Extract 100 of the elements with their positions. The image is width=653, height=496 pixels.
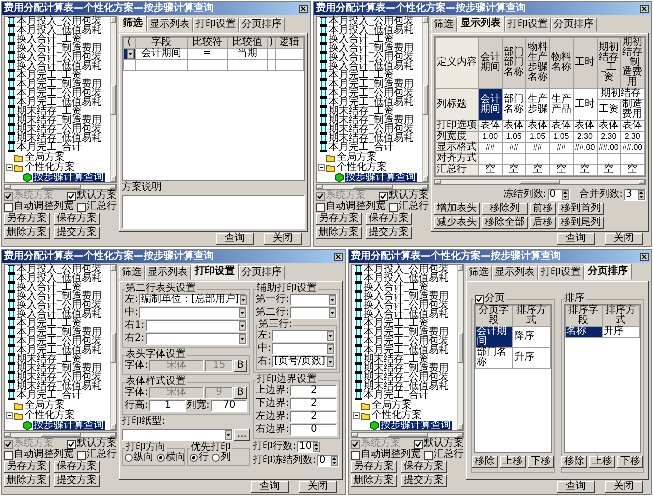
caret-icon[interactable]: [329, 308, 336, 318]
radio-button[interactable]: 行: [190, 453, 209, 463]
description-field[interactable]: [122, 195, 305, 229]
list-button[interactable]: 移除: [472, 456, 498, 468]
list-button[interactable]: 移除: [561, 456, 588, 468]
close-button[interactable]: [640, 252, 649, 260]
checkbox[interactable]: 分页: [475, 294, 505, 304]
bold-button[interactable]: B: [234, 360, 247, 372]
tree-item[interactable]: 个性化方案: [371, 411, 423, 420]
checkbox[interactable]: 自动调整列宽: [4, 202, 74, 212]
caret-icon[interactable]: [327, 357, 334, 367]
tree-toggle-icon[interactable]: [353, 412, 360, 419]
scheme-button[interactable]: 提交方案: [366, 227, 412, 239]
scheme-button[interactable]: 另存方案: [351, 461, 397, 473]
column-button[interactable]: 减少表头: [434, 217, 480, 229]
tree-toggle-icon[interactable]: [6, 164, 13, 171]
caret-icon[interactable]: [329, 295, 336, 305]
caret-icon[interactable]: [225, 430, 232, 440]
tree-item[interactable]: 个性化方案: [24, 163, 76, 172]
close-button[interactable]: 关闭: [605, 233, 643, 245]
tab[interactable]: 分页排序: [239, 266, 285, 280]
dropdown-field[interactable]: 编制单位：[总部用户]: [139, 294, 247, 306]
scrollbar[interactable]: [351, 432, 464, 438]
tab[interactable]: 分页排序: [551, 18, 597, 32]
query-button[interactable]: 查询: [251, 481, 289, 493]
tab[interactable]: 打印设置: [193, 18, 239, 32]
close-button[interactable]: [299, 4, 308, 12]
table-cell[interactable]: 会计期间: [476, 326, 513, 348]
tree-item[interactable]: 本月投入_公用包装: [328, 17, 415, 26]
text-field[interactable]: 0: [290, 424, 337, 436]
text-field[interactable]: 2: [290, 411, 337, 423]
tree-item[interactable]: 换入合计_工资: [16, 35, 83, 44]
tree-item[interactable]: 本月投入_低值易耗: [16, 274, 103, 283]
text-field[interactable]: 2: [290, 398, 337, 410]
checkbox[interactable]: 汇总行: [77, 202, 117, 212]
tree-item[interactable]: 本月投入_低值易耗: [363, 274, 450, 283]
scheme-button[interactable]: 保存方案: [366, 213, 412, 225]
table-cell[interactable]: 部门名称: [476, 348, 513, 368]
tab[interactable]: 打印设置: [505, 18, 551, 32]
column-button[interactable]: 增加表头: [434, 203, 480, 215]
scheme-button[interactable]: 另存方案: [316, 213, 362, 225]
scheme-button[interactable]: 提交方案: [54, 227, 100, 239]
query-button[interactable]: 查询: [557, 233, 595, 245]
scheme-button[interactable]: 另存方案: [4, 461, 50, 473]
tab[interactable]: 筛选: [431, 18, 457, 32]
scrollbar[interactable]: [110, 265, 116, 430]
dropdown-field[interactable]: [139, 307, 247, 319]
list-button[interactable]: 上移: [500, 456, 526, 468]
scrollbar[interactable]: [434, 179, 646, 185]
number-field[interactable]: 3: [624, 189, 646, 201]
tree-item[interactable]: 全局方案: [371, 401, 413, 410]
table-cell[interactable]: 生产步骤: [526, 88, 550, 120]
column-button[interactable]: 移到尾列: [558, 217, 604, 229]
tab[interactable]: 显示列表: [457, 16, 505, 32]
radio-icon[interactable]: [125, 454, 133, 462]
table-cell[interactable]: 生产产品: [550, 88, 574, 120]
tab[interactable]: 打印设置: [191, 264, 239, 280]
radio-icon[interactable]: [212, 454, 220, 462]
number-field[interactable]: 0: [548, 189, 570, 201]
tree-item[interactable]: 个性化方案: [336, 163, 388, 172]
caret-icon[interactable]: [327, 344, 334, 354]
close-button[interactable]: [334, 252, 343, 260]
column-button[interactable]: 前移: [530, 203, 556, 215]
scheme-button[interactable]: 保存方案: [54, 461, 100, 473]
dropdown-field[interactable]: [122, 429, 234, 441]
checkbox[interactable]: 汇总行: [424, 450, 464, 460]
number-field[interactable]: 0: [317, 455, 340, 467]
checkbox[interactable]: 默认方案: [67, 191, 117, 201]
radio-button[interactable]: 横向: [157, 453, 186, 463]
scheme-button[interactable]: 提交方案: [401, 475, 447, 487]
list-button[interactable]: 下移: [617, 456, 644, 468]
scheme-button[interactable]: 删除方案: [316, 227, 362, 239]
close-button[interactable]: [640, 4, 649, 12]
radio-button[interactable]: 纵向: [125, 453, 154, 463]
tree-item[interactable]: 本月投入_低值易耗: [16, 26, 103, 35]
scheme-button[interactable]: 删除方案: [4, 227, 50, 239]
caret-icon[interactable]: [327, 331, 334, 341]
tab[interactable]: 打印设置: [538, 266, 584, 280]
tree-item[interactable]: 本月投入_公用包装: [363, 265, 450, 274]
close-button[interactable]: 关闭: [299, 481, 337, 493]
column-button[interactable]: 移除全部: [482, 217, 528, 229]
table-cell[interactable]: 制造费用: [620, 100, 644, 120]
scrollbar[interactable]: [4, 432, 117, 438]
checkbox[interactable]: 自动调整列宽: [316, 202, 386, 212]
radio-icon[interactable]: [190, 454, 198, 462]
dropdown-cell[interactable]: [124, 48, 136, 60]
close-button[interactable]: 关闭: [264, 233, 302, 245]
spinner-arrows-icon[interactable]: [638, 190, 645, 200]
scrollbar[interactable]: [422, 17, 428, 182]
column-button[interactable]: 移除列: [482, 203, 528, 215]
caret-icon[interactable]: [239, 321, 246, 331]
scheme-button[interactable]: 另存方案: [4, 213, 50, 225]
tab[interactable]: 显示列表: [492, 266, 538, 280]
query-button[interactable]: 查询: [216, 233, 254, 245]
table-cell[interactable]: 工时: [573, 88, 598, 120]
radio-icon[interactable]: [157, 454, 165, 462]
text-field[interactable]: 1: [149, 400, 186, 412]
spinner-arrows-icon[interactable]: [331, 456, 338, 466]
tab[interactable]: 显示列表: [147, 18, 193, 32]
column-button[interactable]: 移到首列: [558, 203, 604, 215]
